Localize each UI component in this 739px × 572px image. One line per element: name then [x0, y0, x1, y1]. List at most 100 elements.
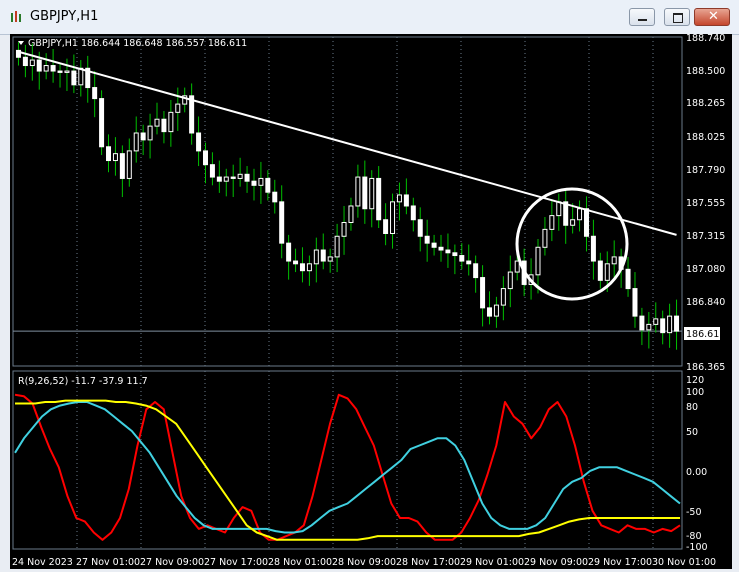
indicator-tick: -80: [686, 531, 702, 542]
candle-body: [355, 176, 361, 207]
candle-body: [604, 263, 610, 281]
candle-body: [50, 65, 56, 72]
candle-body: [279, 201, 285, 244]
time-tick: 28 Nov 01:00: [268, 557, 332, 568]
indicator-header: R(9,26,52) -11.7 -37.9 11.7: [18, 376, 148, 387]
price-tick: 187.555: [686, 198, 725, 209]
candle-body: [265, 177, 271, 193]
price-tick: 187.080: [686, 264, 725, 275]
maximize-button[interactable]: [664, 8, 690, 26]
candle-body: [431, 242, 437, 248]
price-tick: 187.315: [686, 231, 725, 242]
indicator-tick: 100: [686, 387, 704, 398]
candles: [15, 42, 680, 350]
candle-body: [500, 288, 506, 306]
candle-body: [293, 260, 299, 265]
candle-body: [653, 318, 659, 325]
candle-body: [625, 268, 631, 290]
candle-body: [487, 307, 493, 317]
candle-body: [327, 256, 333, 262]
price-tick: 188.740: [686, 34, 725, 44]
window-titlebar: GBPJPY,H1 ✕: [0, 0, 739, 35]
candle-body: [590, 235, 596, 262]
time-tick: 27 Nov 17:00: [204, 557, 268, 568]
candle-body: [168, 111, 174, 133]
price-tick: 186.840: [686, 297, 725, 308]
candle-body: [147, 125, 153, 141]
minimize-button[interactable]: [629, 8, 655, 26]
candle-body: [313, 249, 319, 265]
close-button[interactable]: ✕: [694, 8, 730, 26]
time-tick: 27 Nov 09:00: [140, 557, 204, 568]
indicator-tick: -100: [686, 542, 708, 553]
time-tick: 29 Nov 01:00: [460, 557, 524, 568]
candle-body: [189, 95, 195, 134]
chart-area[interactable]: GBPJPY,H1 186.644 186.648 186.557 186.61…: [10, 34, 732, 569]
candle-body: [251, 180, 257, 186]
candle-body: [417, 219, 423, 237]
candle-body: [106, 146, 112, 162]
candle-body: [223, 176, 229, 182]
candle-body: [36, 59, 42, 72]
candle-body: [216, 176, 222, 182]
price-tick: 188.500: [686, 66, 725, 77]
candle-body: [438, 246, 444, 251]
main-panel-frame: [12, 36, 683, 367]
time-tick: 30 Nov 01:00: [652, 557, 716, 568]
chart-overlays: [18, 50, 677, 301]
time-tick: 28 Nov 17:00: [396, 557, 460, 568]
candle-body: [133, 132, 139, 152]
price-tick: 186.365: [686, 362, 725, 373]
time-axis: 24 Nov 2023 27 Nov 01:00 27 Nov 09:00 27…: [12, 557, 716, 568]
candle-body: [57, 70, 63, 73]
candle-body: [403, 194, 409, 207]
current-price-label: 186.611: [686, 329, 725, 340]
candle-body: [493, 304, 499, 317]
candle-body: [92, 87, 98, 100]
candle-body: [196, 132, 202, 152]
candle-body: [209, 164, 215, 178]
candle-body: [78, 67, 84, 86]
time-tick: 29 Nov 17:00: [588, 557, 652, 568]
candle-body: [334, 235, 340, 258]
candle-body: [507, 271, 513, 290]
chart-canvas[interactable]: GBPJPY,H1 186.644 186.648 186.557 186.61…: [10, 34, 732, 569]
candle-body: [611, 256, 617, 265]
trend-line: [18, 50, 677, 236]
candle-body: [154, 118, 160, 127]
indicator-tick: 80: [686, 402, 698, 413]
candle-body: [535, 246, 541, 276]
indicator-axis: 120 100 80 50 0.00 -50 -80 -100: [686, 375, 708, 553]
time-tick: 27 Nov 01:00: [76, 557, 140, 568]
candle-body: [556, 201, 562, 217]
candle-body: [549, 215, 555, 230]
candle-body: [597, 260, 603, 281]
candle-body: [383, 219, 389, 235]
candle-body: [341, 221, 347, 237]
candle-body: [320, 249, 326, 262]
time-tick: 28 Nov 09:00: [332, 557, 396, 568]
candle-body: [577, 208, 583, 221]
indicator-tick: 0.00: [686, 467, 707, 478]
candle-body: [202, 150, 208, 166]
close-icon: ✕: [708, 9, 719, 24]
candle-body: [348, 205, 354, 223]
candle-body: [369, 177, 375, 210]
candle-body: [29, 59, 35, 67]
candle-body: [64, 70, 70, 73]
candle-body: [71, 70, 77, 86]
chart-window-icon: [11, 11, 21, 22]
indicator-tick: 50: [686, 427, 698, 438]
candle-body: [161, 118, 167, 133]
candle-body: [362, 176, 368, 210]
candle-body: [452, 252, 458, 257]
candle-body: [43, 65, 49, 72]
candle-body: [646, 323, 652, 331]
price-axis: 188.740 188.500 188.265 188.025 187.790 …: [684, 34, 725, 373]
candle-body: [570, 219, 576, 226]
candle-body: [396, 194, 402, 203]
candle-body: [258, 177, 264, 186]
candle-body: [583, 208, 589, 237]
price-tick: 188.265: [686, 98, 725, 109]
indicator-lines: [14, 393, 681, 541]
